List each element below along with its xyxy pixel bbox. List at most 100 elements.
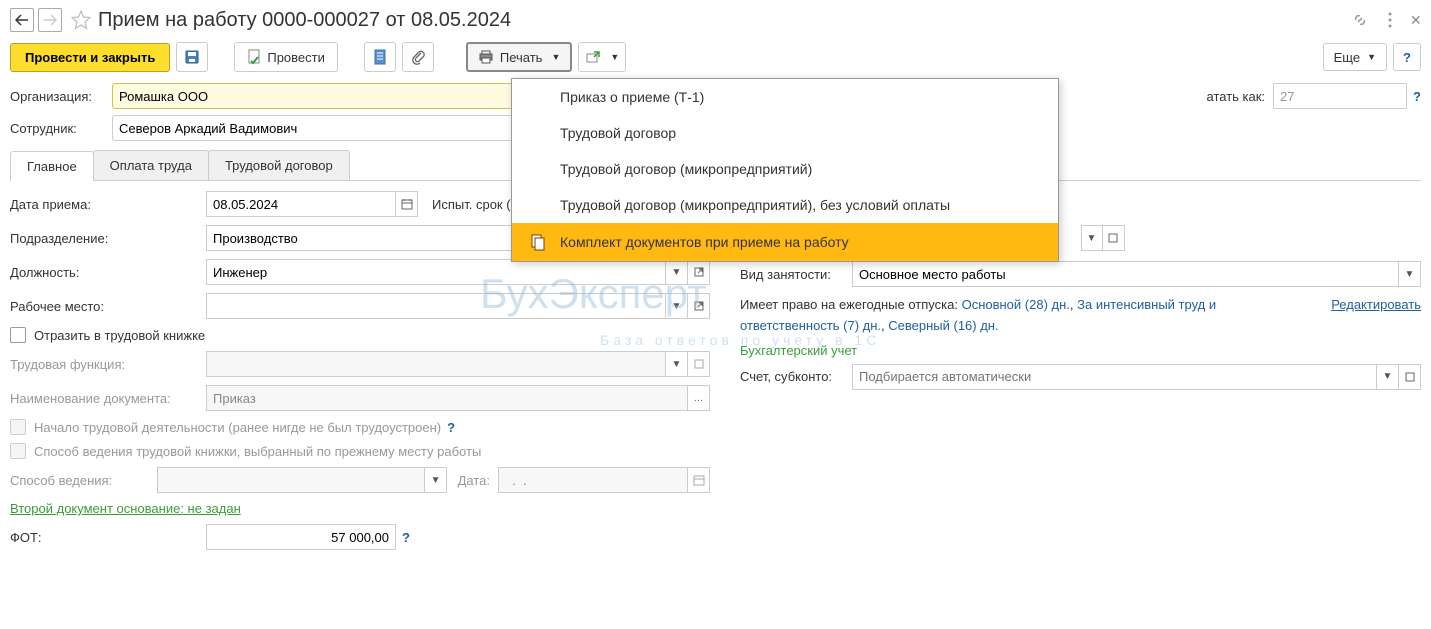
report-button[interactable] [364, 42, 396, 72]
chevron-down-icon: ▼ [551, 52, 560, 62]
nav-back-button[interactable] [10, 8, 34, 32]
account-input[interactable] [852, 364, 1377, 390]
link-icon[interactable] [1350, 10, 1370, 30]
hire-date-label: Дата приема: [10, 197, 206, 212]
ellipsis-button: … [688, 385, 710, 411]
method-checkbox-label: Способ ведения трудовой книжки, выбранны… [34, 444, 481, 459]
reflect-checkbox-label: Отразить в трудовой книжке [34, 328, 205, 343]
save-icon [184, 49, 200, 65]
print-as-label: атать как: [1207, 89, 1266, 104]
employment-type-label: Вид занятости: [740, 267, 852, 282]
help-icon[interactable]: ? [447, 420, 455, 435]
document-name-label: Наименование документа: [10, 391, 206, 406]
date2-input [498, 467, 688, 493]
reflect-checkbox[interactable] [10, 327, 26, 343]
attach-button[interactable] [402, 42, 434, 72]
dropdown-button[interactable]: ▼ [1081, 225, 1103, 251]
tab-main[interactable]: Главное [10, 151, 94, 181]
chevron-down-icon: ▼ [610, 52, 619, 62]
open-ref-button [688, 351, 710, 377]
fot-input[interactable] [206, 524, 396, 550]
save-button[interactable] [176, 42, 208, 72]
arrow-right-icon [43, 14, 57, 26]
labor-function-input [206, 351, 666, 377]
dropdown-button[interactable]: ▼ [666, 293, 688, 319]
more-button[interactable]: Еще ▼ [1323, 43, 1387, 71]
dropdown-button[interactable]: ▼ [666, 259, 688, 285]
open-icon [694, 359, 704, 369]
report-icon [373, 49, 387, 65]
print-button[interactable]: Печать ▼ [466, 42, 573, 72]
method-label: Способ ведения: [10, 473, 157, 488]
vacation-rights-text: Имеет право на ежегодные отпуска: Основн… [740, 295, 1311, 337]
menu-item-order-t1[interactable]: Приказ о приеме (Т-1) [512, 79, 1058, 115]
help-icon[interactable]: ? [1413, 89, 1421, 104]
post-and-close-button[interactable]: Провести и закрыть [10, 43, 170, 72]
paperclip-icon [411, 49, 425, 65]
employee-input[interactable] [112, 115, 512, 141]
more-button-label: Еще [1334, 50, 1360, 65]
open-icon [694, 267, 704, 277]
second-document-link[interactable]: Второй документ основание: не задан [10, 501, 241, 516]
print-button-label: Печать [500, 50, 543, 65]
open-icon [1405, 372, 1415, 382]
open-ref-button[interactable] [1399, 364, 1421, 390]
help-button[interactable]: ? [1393, 43, 1421, 71]
open-icon [1108, 233, 1118, 243]
employment-type-input[interactable] [852, 261, 1399, 287]
post-icon [247, 49, 261, 65]
organization-label: Организация: [10, 89, 112, 104]
method-input [157, 467, 425, 493]
dropdown-button[interactable]: ▼ [1399, 261, 1421, 287]
employee-label: Сотрудник: [10, 121, 112, 136]
edit-vacations-link[interactable]: Редактировать [1331, 295, 1421, 316]
document-name-input [206, 385, 688, 411]
tab-contract[interactable]: Трудовой договор [208, 150, 350, 180]
account-label: Счет, субконто: [740, 369, 852, 384]
open-ref-button[interactable] [1103, 225, 1125, 251]
dropdown-button[interactable]: ▼ [1377, 364, 1399, 390]
calendar-icon [401, 198, 413, 210]
open-ref-button[interactable] [688, 259, 710, 285]
post-button-label: Провести [267, 50, 325, 65]
chevron-down-icon: ▼ [1367, 52, 1376, 62]
print-as-input[interactable] [1273, 83, 1407, 109]
open-icon [694, 301, 704, 311]
print-dropdown-menu: Приказ о приеме (Т-1) Трудовой договор Т… [511, 78, 1059, 262]
menu-item-document-set[interactable]: Комплект документов при приеме на работу [512, 223, 1058, 261]
organization-input[interactable] [112, 83, 512, 109]
dropdown-button: ▼ [666, 351, 688, 377]
favorite-star-icon[interactable] [70, 9, 92, 31]
calendar-button[interactable] [396, 191, 418, 217]
menu-item-labor-contract-micro[interactable]: Трудовой договор (микропредприятий) [512, 151, 1058, 187]
calendar-icon [693, 474, 705, 486]
workplace-input[interactable] [206, 293, 666, 319]
tab-payment[interactable]: Оплата труда [93, 150, 209, 180]
close-button[interactable]: × [1410, 10, 1421, 31]
documents-icon [526, 233, 550, 251]
dropdown-button: ▼ [425, 467, 447, 493]
position-label: Должность: [10, 265, 206, 280]
accounting-section-label: Бухгалтерский учет [740, 343, 1421, 358]
window-title: Прием на работу 0000-000027 от 08.05.202… [98, 9, 1350, 32]
export-button[interactable]: ▼ [578, 42, 626, 72]
menu-item-labor-contract-micro-nopay[interactable]: Трудовой договор (микропредприятий), без… [512, 187, 1058, 223]
department-label: Подразделение: [10, 231, 206, 246]
position-input[interactable] [206, 259, 666, 285]
arrow-left-icon [15, 14, 29, 26]
fot-label: ФОТ: [10, 530, 206, 545]
help-icon[interactable]: ? [402, 530, 410, 545]
post-button[interactable]: Провести [234, 42, 338, 72]
export-icon [585, 50, 601, 64]
kebab-menu-icon[interactable] [1380, 10, 1400, 30]
calendar-button [688, 467, 710, 493]
date2-label: Дата: [458, 473, 490, 488]
labor-function-label: Трудовая функция: [10, 357, 206, 372]
start-activity-checkbox [10, 419, 26, 435]
printer-icon [478, 50, 494, 64]
hire-date-input[interactable] [206, 191, 396, 217]
menu-item-labor-contract[interactable]: Трудовой договор [512, 115, 1058, 151]
nav-forward-button[interactable] [38, 8, 62, 32]
method-checkbox [10, 443, 26, 459]
open-ref-button[interactable] [688, 293, 710, 319]
